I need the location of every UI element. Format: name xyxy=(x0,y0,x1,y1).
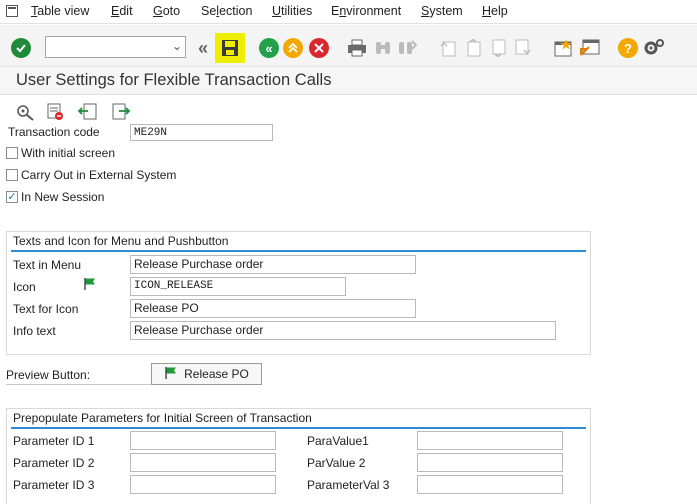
preview-button-label: Preview Button: xyxy=(6,368,151,385)
cancel-icon[interactable] xyxy=(308,37,330,59)
settings-icon[interactable] xyxy=(643,37,665,59)
para-value-1-label: ParaValue1 xyxy=(307,434,369,448)
texts-icon-group-title: Texts and Icon for Menu and Pushbutton xyxy=(13,234,229,248)
back-double-icon[interactable]: « xyxy=(192,37,214,59)
parameter-id-3-label: Parameter ID 3 xyxy=(13,478,95,492)
parameter-val-3-field[interactable] xyxy=(417,475,563,494)
text-in-menu-field[interactable]: Release Purchase order xyxy=(130,255,416,274)
in-new-session-label: In New Session xyxy=(21,190,105,204)
flag-icon xyxy=(164,366,178,383)
release-po-preview-button[interactable]: Release PO xyxy=(151,363,262,385)
menu-table-view[interactable]: Table view xyxy=(31,4,89,18)
prepopulate-parameters-group-title: Prepopulate Parameters for Initial Scree… xyxy=(13,411,312,425)
delete-entry-icon[interactable] xyxy=(44,101,66,123)
parameter-id-3-field[interactable] xyxy=(130,475,276,494)
parameter-id-1-label: Parameter ID 1 xyxy=(13,434,95,448)
parameter-id-2-field[interactable] xyxy=(130,453,276,472)
info-text-field[interactable]: Release Purchase order xyxy=(130,321,556,340)
menu-utilities[interactable]: Utilities xyxy=(272,4,312,18)
find-next-icon[interactable] xyxy=(396,37,418,59)
carry-out-external-label: Carry Out in External System xyxy=(21,168,177,182)
in-new-session-checkbox[interactable]: ✓ xyxy=(6,191,18,203)
display-change-icon[interactable] xyxy=(14,101,36,123)
application-toolbar xyxy=(0,96,697,126)
exit-icon[interactable] xyxy=(282,37,304,59)
with-initial-screen-label: With initial screen xyxy=(21,146,116,160)
menu-system[interactable]: System xyxy=(421,4,463,18)
icon-label: Icon xyxy=(13,280,36,294)
release-po-button-label: Release PO xyxy=(184,367,249,381)
command-field[interactable]: ⌄ xyxy=(45,36,186,58)
help-icon[interactable]: ? xyxy=(617,37,639,59)
create-session-icon[interactable] xyxy=(553,37,575,59)
enter-icon[interactable] xyxy=(10,37,32,59)
print-icon[interactable] xyxy=(346,37,368,59)
system-menu-icon[interactable] xyxy=(6,5,18,17)
menu-edit[interactable]: Edit xyxy=(111,4,133,18)
para-value-1-field[interactable] xyxy=(417,431,563,450)
last-page-icon[interactable] xyxy=(512,37,534,59)
chevron-down-icon[interactable]: ⌄ xyxy=(172,39,182,53)
find-icon[interactable] xyxy=(372,37,394,59)
menu-selection[interactable]: Selection xyxy=(201,4,252,18)
flag-icon xyxy=(83,277,97,294)
first-page-icon[interactable] xyxy=(437,37,459,59)
previous-page-icon[interactable] xyxy=(462,37,484,59)
transaction-code-field[interactable]: ME29N xyxy=(130,124,273,141)
title-bar: User Settings for Flexible Transaction C… xyxy=(0,67,697,95)
menu-goto[interactable]: Goto xyxy=(153,4,180,18)
menu-bar: Table view Edit Goto Selection Utilities… xyxy=(0,0,697,24)
text-in-menu-label: Text in Menu xyxy=(13,258,82,272)
next-page-icon[interactable] xyxy=(487,37,509,59)
import-icon[interactable] xyxy=(77,101,99,123)
parameter-val-3-label: ParameterVal 3 xyxy=(307,478,390,492)
shortcut-icon[interactable] xyxy=(579,37,601,59)
save-icon[interactable] xyxy=(215,33,245,63)
with-initial-screen-checkbox[interactable] xyxy=(6,147,18,159)
transaction-code-label: Transaction code xyxy=(8,125,100,139)
icon-name-field[interactable]: ICON_RELEASE xyxy=(130,277,346,296)
text-for-icon-field[interactable]: Release PO xyxy=(130,299,416,318)
carry-out-external-checkbox[interactable] xyxy=(6,169,18,181)
export-icon[interactable] xyxy=(110,101,132,123)
menu-environment[interactable]: Environment xyxy=(331,4,401,18)
par-value-2-field[interactable] xyxy=(417,453,563,472)
group-divider xyxy=(11,250,586,252)
info-text-label: Info text xyxy=(13,324,56,338)
parameter-id-1-field[interactable] xyxy=(130,431,276,450)
menu-help[interactable]: Help xyxy=(482,4,508,18)
parameter-id-2-label: Parameter ID 2 xyxy=(13,456,95,470)
text-for-icon-label: Text for Icon xyxy=(13,302,79,316)
par-value-2-label: ParValue 2 xyxy=(307,456,366,470)
group-divider xyxy=(11,427,586,429)
back-icon[interactable]: « xyxy=(258,37,280,59)
page-title: User Settings for Flexible Transaction C… xyxy=(16,71,332,89)
